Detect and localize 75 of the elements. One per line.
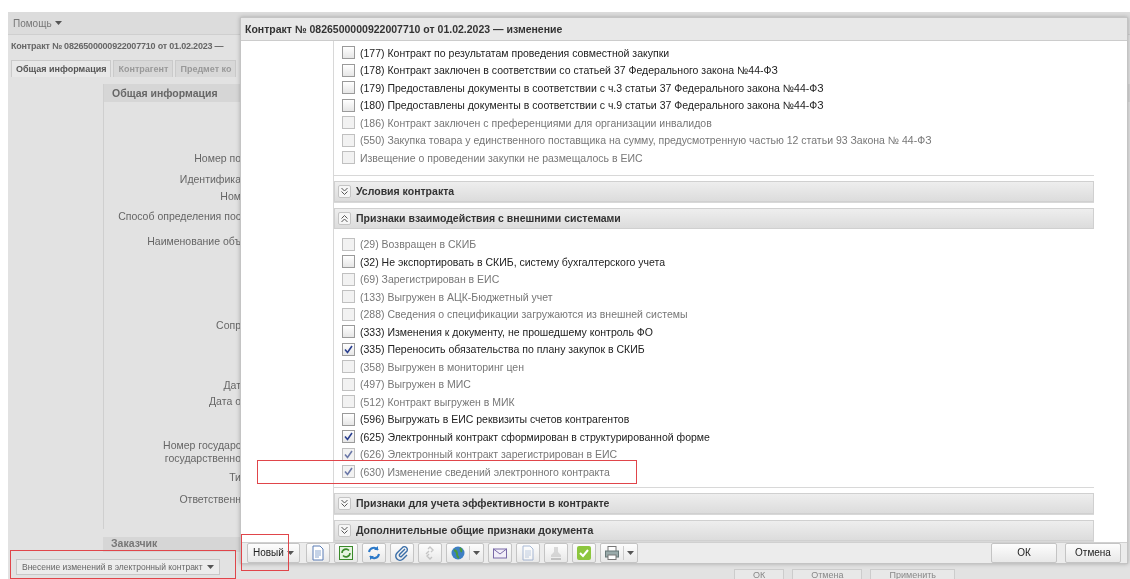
section-header[interactable]: Дополнительные общие признаки документа: [334, 519, 1094, 541]
checkbox-label: (497) Выгружен в МИС: [360, 378, 471, 391]
refresh-icon: [337, 544, 354, 561]
toolbar-button[interactable]: [361, 542, 386, 563]
menu-button[interactable]: [445, 542, 484, 563]
checkbox-label: Извещение о проведении закупки не размещалось в ЕИС: [360, 151, 643, 164]
checkbox-label: (69) Зарегистрирован в ЕИС: [360, 273, 500, 286]
field-label: Ном: [220, 190, 241, 203]
expand-icon[interactable]: [338, 496, 351, 510]
expand-icon[interactable]: [338, 523, 351, 537]
caret-icon: [472, 550, 480, 555]
checkbox-label: (186) Контракт заключен с преференциями для организации инвалидов: [360, 116, 712, 129]
checkbox[interactable]: [342, 255, 355, 269]
checkbox-label: (626) Электронный контракт зарегистрирован в ЕИС: [360, 448, 618, 461]
help-menu[interactable]: Помощь: [13, 17, 62, 29]
checkbox[interactable]: [342, 430, 355, 444]
field-label: Дат: [223, 379, 241, 392]
field-label: Способ определения пос: [118, 210, 241, 223]
checkbox-label: (29) Возвращен в СКИБ: [360, 238, 477, 251]
sync-icon: [365, 544, 382, 561]
menu-button[interactable]: [599, 542, 638, 563]
toolbar-button[interactable]: [389, 542, 414, 563]
tab[interactable]: Общая информация: [11, 60, 112, 77]
section-header[interactable]: Условия контракта: [334, 180, 1094, 202]
checkbox-label: (133) Выгружен в АЦК-Бюджетный учет: [360, 290, 553, 303]
checkbox[interactable]: [342, 98, 355, 112]
checkbox-label: (596) Выгружать в ЕИС реквизиты счетов контрагентов: [360, 413, 630, 426]
dialog-button[interactable]: ОК: [991, 542, 1057, 563]
caret-icon: [206, 565, 214, 569]
checkbox-label: (179) Предоставлены документы в соответствии с ч.3 статьи 37 Федерального закона №44-ФЗ: [360, 81, 824, 94]
document-icon: [309, 544, 326, 561]
toolbar-button[interactable]: [487, 542, 512, 563]
checkbox[interactable]: [342, 325, 355, 339]
collapse-icon[interactable]: [338, 211, 351, 225]
checkbox[interactable]: [342, 63, 355, 77]
checkbox-label: (178) Контракт заключен в соответствии со статьей 37 Федерального закона №44-ФЗ: [360, 64, 778, 77]
checkbox[interactable]: [342, 342, 355, 356]
caret-icon: [54, 21, 62, 25]
checkbox-label: (177) Контракт по результатам проведения совместной закупки: [360, 46, 670, 59]
toolbar-button[interactable]: [333, 542, 358, 563]
checkbox[interactable]: [342, 412, 355, 426]
checkmark-icon: [575, 544, 592, 561]
field-label: Номер государс государственно: [163, 439, 241, 465]
expand-icon[interactable]: [338, 184, 351, 198]
field-label: Ти: [229, 471, 241, 484]
section-header[interactable]: Признаки для учета эффективности в контракте: [334, 492, 1094, 514]
checkbox-label: (625) Электронный контракт сформирован в структурированной форме: [360, 430, 710, 443]
dialog-button[interactable]: Отмена: [1065, 542, 1121, 563]
printer-icon: [603, 544, 620, 561]
checkbox-label: (32) Не экспортировать в СКИБ, систему бухгалтерского учета: [360, 255, 665, 268]
field-label: Сопр: [216, 319, 241, 332]
document-icon: [519, 544, 536, 561]
paperclip-icon: [393, 544, 410, 561]
caret-icon: [286, 550, 294, 555]
checkbox[interactable]: [342, 46, 355, 60]
checkbox-label: (630) Изменение сведений электронного контракта: [360, 465, 610, 478]
toolbar-button[interactable]: [305, 542, 330, 563]
dialog-title: Контракт № 0826500000922007710 от 01.02.2023 — изменение: [241, 18, 1127, 41]
field-label: Идентифика: [179, 173, 241, 186]
checkbox-label: (288) Сведения о спецификации загружаются из внешней системы: [360, 308, 688, 321]
checkbox[interactable]: [342, 81, 355, 95]
section-header[interactable]: Признаки взаимодействия с внешними системами: [334, 207, 1094, 229]
window-title: Контракт № 0826500000922007710 от 01.02.2023 —: [10, 40, 225, 53]
new-button[interactable]: Новый: [247, 542, 300, 563]
checkbox-label: (335) Переносить обязательства по плану закупок в СКИБ: [360, 343, 645, 356]
checkbox-label: (550) Закупка товара у единственного поставщика на сумму, предусмотренную частью 12 статьи 93 Закона № 44-ФЗ: [360, 134, 932, 147]
checkbox-label: (358) Выгружен в мониторинг цен: [360, 360, 524, 373]
checkbox-label: (333) Изменения к документу, не прошедшему контроль ФО: [360, 325, 653, 338]
caret-icon: [626, 550, 634, 555]
action-button[interactable]: Внесение изменений в электронный контракт: [16, 559, 220, 575]
field-label: Наименование объ: [147, 235, 241, 248]
globe-icon: [449, 544, 466, 561]
field-label: Ответственн: [179, 493, 241, 506]
checkbox-label: (512) Контракт выгружен в МИК: [360, 395, 515, 408]
checkbox-label: (180) Предоставлены документы в соответствии с ч.9 статьи 37 Федерального закона №44-ФЗ: [360, 99, 824, 112]
